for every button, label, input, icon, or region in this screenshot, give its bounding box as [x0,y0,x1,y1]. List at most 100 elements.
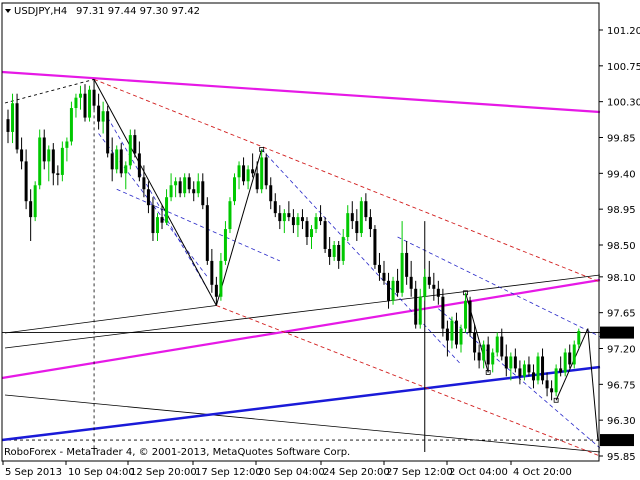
candle-body [328,248,332,257]
candle-body [346,213,350,238]
y-tick-label: 97.20 [607,345,636,356]
candle-body [513,356,517,369]
x-tick-label: 5 Sep 2013 [5,467,62,478]
price-badge-label: 97.40 [603,329,632,340]
candle-body [445,328,449,341]
candle-body [454,320,458,345]
candle-body [237,165,241,178]
candle-body [260,157,264,190]
candle-body [409,276,413,289]
candle-body [432,284,436,289]
candle-body [464,300,468,329]
candle-body [69,108,73,142]
candle-body [477,352,481,361]
candle-body [20,149,24,162]
candle-body [495,336,499,353]
candle-body [201,181,205,206]
price-chart[interactable]: 101.20 100.75 100.30 99.85 99.40 98.95 98.50 98… [0,0,640,480]
candle-body [541,356,545,381]
candle-body [550,388,554,393]
candle-body [97,105,101,122]
x-tick-label: 12 Sep 20:00 [130,467,197,478]
y-tick-label: 95.85 [607,452,636,463]
candle-body [350,213,354,222]
candle-body [233,177,236,202]
y-tick-label: 99.85 [607,133,636,144]
candle-body [106,111,110,154]
candle-body [151,205,155,234]
candle-body [11,103,15,132]
candle-body [545,380,549,389]
candle-body [468,300,472,333]
candle-body [287,213,291,218]
candle-body [183,177,187,194]
candle-body [482,344,486,361]
candle-body [391,280,395,301]
candle-body [296,217,300,226]
candle-body [473,332,477,353]
candle-body [522,364,526,377]
x-tick-label: 4 Oct 20:00 [513,467,572,478]
candle-body [355,221,359,234]
candle-body [273,201,277,214]
candle-body [88,89,92,118]
candle-body [196,181,200,194]
candle-body [382,272,386,281]
x-tick-label: 10 Sep 04:00 [68,467,135,478]
candle-body [282,213,286,222]
candle-body [65,141,69,148]
y-tick-label: 100.30 [607,98,640,109]
y-tick-label: 98.10 [607,273,636,284]
price-badge-label: 96.05 [603,436,632,447]
candle-body [368,217,372,230]
candle-body [124,165,128,174]
candle-body [92,89,96,106]
candle-body [509,356,513,369]
candle-body [228,201,232,230]
y-tick-label: 99.40 [607,169,636,180]
candle-body [554,368,558,393]
candle-body [300,217,304,222]
x-tick-label: 17 Sep 12:00 [195,467,262,478]
candle-body [486,344,490,365]
candle-body [387,280,391,301]
candle-body [423,276,427,297]
candle-body [536,356,540,381]
candle-body [242,165,246,182]
candle-body [214,284,218,297]
candle-body [115,149,119,170]
candle-body [178,181,182,194]
candle-body [219,260,223,297]
candle-body [568,352,572,365]
candle-body [42,137,46,162]
candle-body [146,189,150,206]
y-tick-label: 96.75 [607,380,636,391]
candle-body [527,364,531,373]
candle-body [319,217,323,222]
y-tick-label: 97.65 [607,309,636,320]
x-tick-label: 24 Sep 20:00 [323,467,390,478]
candle-body [165,197,169,223]
candle-body [187,177,191,190]
candle-body [119,149,123,174]
candle-body [142,177,146,190]
y-tick-label: 98.50 [607,241,636,252]
symbol-label: USDJPY,H4 [14,6,67,17]
copyright-footer: RoboForex - MetaTrader 4, © 2001-2013, M… [4,447,350,458]
candle-body [60,147,64,175]
y-tick-label: 98.95 [607,205,636,216]
candle-body [364,201,368,218]
chart-background [0,0,640,480]
candle-body [559,368,563,373]
candle-body [332,244,336,257]
candle-body [491,352,495,365]
candle-body [128,135,132,166]
candle-body [205,205,209,261]
candle-body [33,185,37,218]
candle-body [210,260,214,285]
candle-body [373,229,377,265]
candle-body [38,137,42,186]
candle-body [56,173,60,175]
candle-body [6,119,10,132]
candle-body [314,217,318,230]
